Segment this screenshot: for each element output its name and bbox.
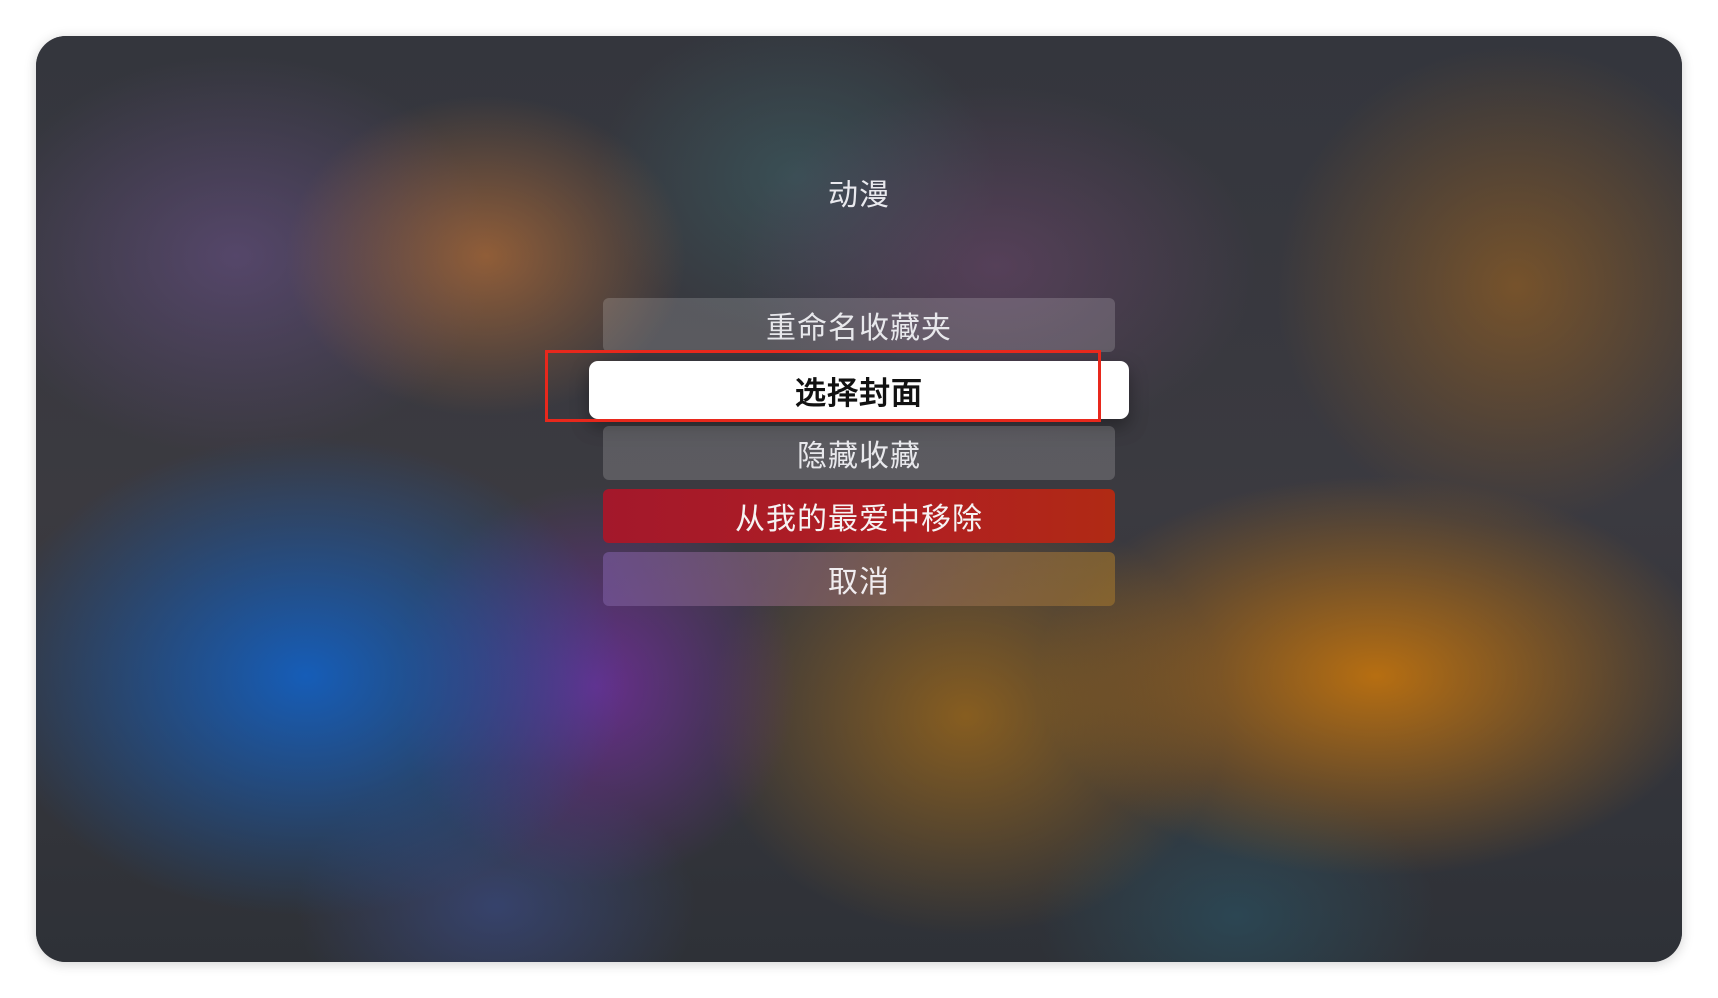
rename-collection-button[interactable]: 重命名收藏夹 (603, 298, 1115, 352)
action-menu: 重命名收藏夹 选择封面 隐藏收藏 从我的最爱中移除 取消 (36, 36, 1682, 962)
hide-collection-button[interactable]: 隐藏收藏 (603, 426, 1115, 480)
cancel-button[interactable]: 取消 (603, 552, 1115, 606)
tv-screen: 动漫 重命名收藏夹 选择封面 隐藏收藏 从我的最爱中移除 取消 (36, 36, 1682, 962)
remove-from-favorites-button[interactable]: 从我的最爱中移除 (603, 489, 1115, 543)
choose-cover-button[interactable]: 选择封面 (589, 361, 1129, 419)
